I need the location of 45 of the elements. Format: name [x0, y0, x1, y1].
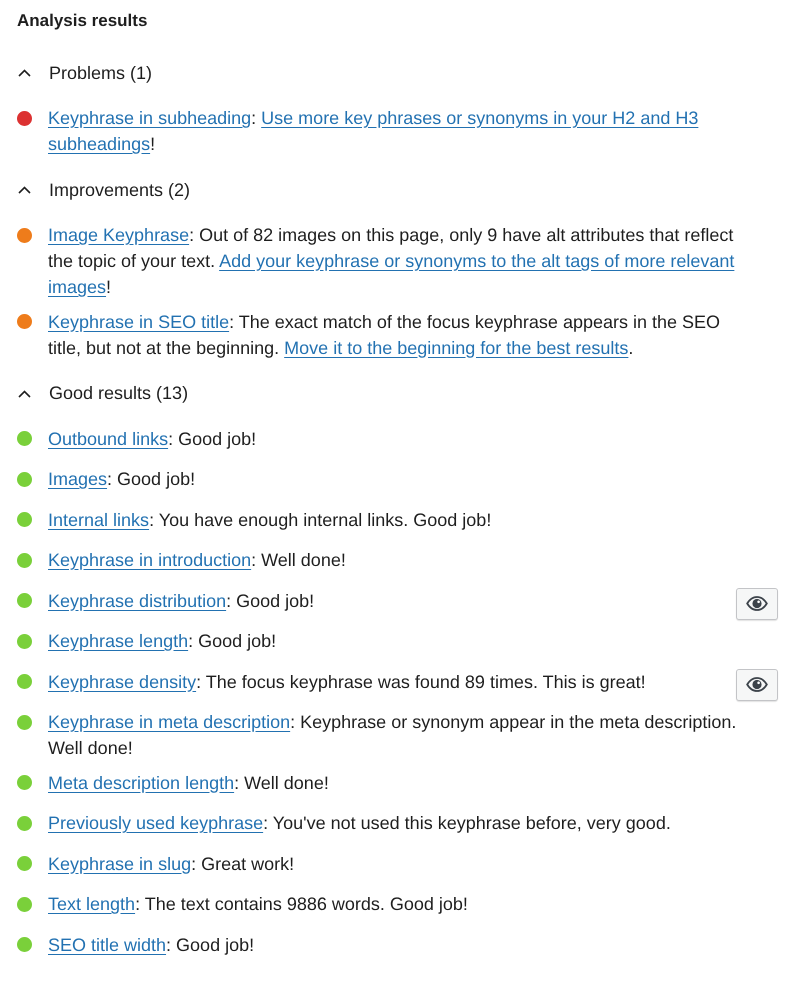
result-text: Meta description length: Well done!: [48, 772, 330, 795]
result-link[interactable]: Internal links: [48, 510, 150, 530]
result-link[interactable]: Previously used keyphrase: [48, 813, 264, 833]
section-toggle[interactable]: Problems (1): [17, 60, 152, 86]
result-link[interactable]: SEO title width: [48, 934, 166, 954]
result-text: Text length: The text contains 9886 words. Good job!: [48, 893, 469, 916]
result-text: Keyphrase distribution: Good job!: [48, 590, 316, 613]
panel-title: Analysis results: [17, 10, 148, 32]
section-toggle[interactable]: Improvements (2): [17, 177, 190, 203]
result-text: Outbound links: Good job!: [48, 428, 258, 451]
result-link[interactable]: images: [48, 277, 106, 297]
result-link[interactable]: Meta description length: [48, 772, 234, 792]
result-link[interactable]: Use more key phrases or synonyms in your H2 and H3: [261, 108, 698, 128]
eye-icon: [746, 677, 768, 692]
result-link[interactable]: Keyphrase distribution: [48, 590, 226, 610]
highlight-button[interactable]: [736, 588, 778, 620]
result-link[interactable]: Images: [48, 469, 108, 489]
result-link[interactable]: Keyphrase length: [48, 631, 188, 651]
result-link[interactable]: Text length: [48, 894, 136, 914]
result-text: Keyphrase in meta description: Keyphrase or synonym appear in the meta description. Well done!: [48, 711, 738, 760]
result-text: Image Keyphrase: Out of 82 images on this page, only 9 have alt attributes that reflect the topic of your text. Add your keyphrase or synonyms to the alt tags of more relevant images!: [48, 224, 736, 299]
result-text: Previously used keyphrase: You've not used this keyphrase before, very good.: [48, 812, 672, 835]
result-link[interactable]: Keyphrase in subheading: [48, 108, 252, 128]
result-link[interactable]: Move it to the beginning for the best results: [284, 338, 628, 358]
section-toggle[interactable]: Good results (13): [17, 380, 188, 406]
result-link[interactable]: Keyphrase density: [48, 672, 196, 692]
result-link[interactable]: Outbound links: [48, 428, 168, 448]
highlight-button[interactable]: [736, 668, 778, 700]
result-link[interactable]: Keyphrase in SEO title: [48, 312, 230, 332]
result-link[interactable]: Add your keyphrase or synonyms to the alt tags of more relevant: [219, 251, 734, 271]
result-link[interactable]: Keyphrase in introduction: [48, 550, 252, 570]
result-text: Images: Good job!: [48, 468, 196, 491]
result-text: Keyphrase length: Good job!: [48, 630, 278, 653]
result-text: Keyphrase in introduction: Well done!: [48, 549, 347, 572]
result-text: Keyphrase in slug: Great work!: [48, 852, 296, 876]
result-text: Internal links: You have enough internal links. Good job!: [48, 508, 492, 532]
result-link[interactable]: subheadings: [48, 134, 150, 154]
result-link[interactable]: Keyphrase in meta description: [48, 712, 290, 732]
result-text: Keyphrase density: The focus keyphrase was found 89 times. This is great!: [48, 670, 647, 694]
result-link[interactable]: Keyphrase in slug: [48, 854, 192, 874]
result-text: Keyphrase in SEO title: The exact match of the focus keyphrase appears in the SEO title, but not at the beginning. Move it to the beginning for the best results.: [48, 310, 722, 360]
result-text: SEO title width: Good job!: [48, 934, 256, 957]
result-link[interactable]: Image Keyphrase: [48, 225, 190, 245]
eye-icon: [746, 596, 768, 611]
result-text: Keyphrase in subheading: Use more key phrases or synonyms in your H2 and H3 subheadings!: [48, 107, 700, 156]
